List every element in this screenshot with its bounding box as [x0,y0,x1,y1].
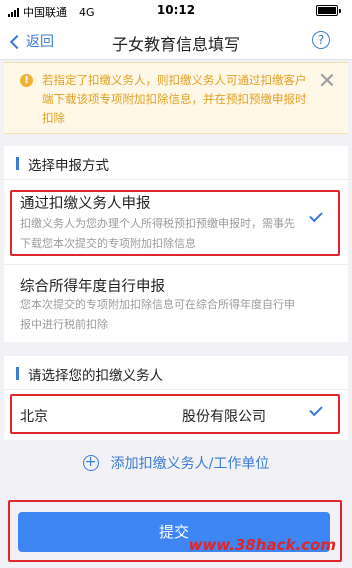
section-header: 请选择您的扣缴义务人 [4,356,348,390]
add-withholder-label: 添加扣缴义务人/工作单位 [110,456,270,472]
plus-circle-icon: + [82,455,99,471]
section-header: 选择申报方式 [4,146,348,180]
notice-banner: ! 若指定了扣缴义务人，则扣缴义务人可通过扣缴客户端下载该项专项附加扣除信息，并… [4,62,348,134]
warning-icon: ! [20,74,33,87]
option-title: 综合所得年度自行申报 [20,279,165,295]
highlight-frame [10,394,340,434]
section-title: 请选择您的扣缴义务人 [28,368,163,384]
status-bar: 中国联通 4G 10:12 [0,0,352,22]
add-withholder-button[interactable]: + 添加扣缴义务人/工作单位 [0,450,352,476]
battery-icon [316,5,341,16]
close-icon[interactable] [320,73,334,87]
status-time: 10:12 [156,3,196,17]
page-title: 子女教育信息填写 [111,35,240,54]
option-self-filing[interactable]: 综合所得年度自行申报 您本次提交的专项附加扣除信息可在综合所得年度自行申报中进行… [4,264,348,340]
option-desc: 您本次提交的专项附加扣除信息可在综合所得年度自行申报中进行税前扣除 [20,298,295,331]
filing-method-card: 选择申报方式 通过扣缴义务人申报 扣缴义务人为您办理个人所得税预扣预缴申报时，需… [4,146,348,342]
highlight-frame [10,190,340,256]
notice-text: 若指定了扣缴义务人，则扣缴义务人可通过扣缴客户端下载该项专项附加扣除信息，并在预… [42,73,307,125]
watermark: www.38hack.com [188,536,336,554]
section-title: 选择申报方式 [28,158,109,174]
nav-bar: 返回 子女教育信息填写 ? [0,22,352,60]
withholder-card: 请选择您的扣缴义务人 北京 股份有限公司 [4,356,348,440]
section-accent-bar [16,157,19,170]
help-icon[interactable]: ? [312,31,330,49]
section-accent-bar [16,367,19,380]
